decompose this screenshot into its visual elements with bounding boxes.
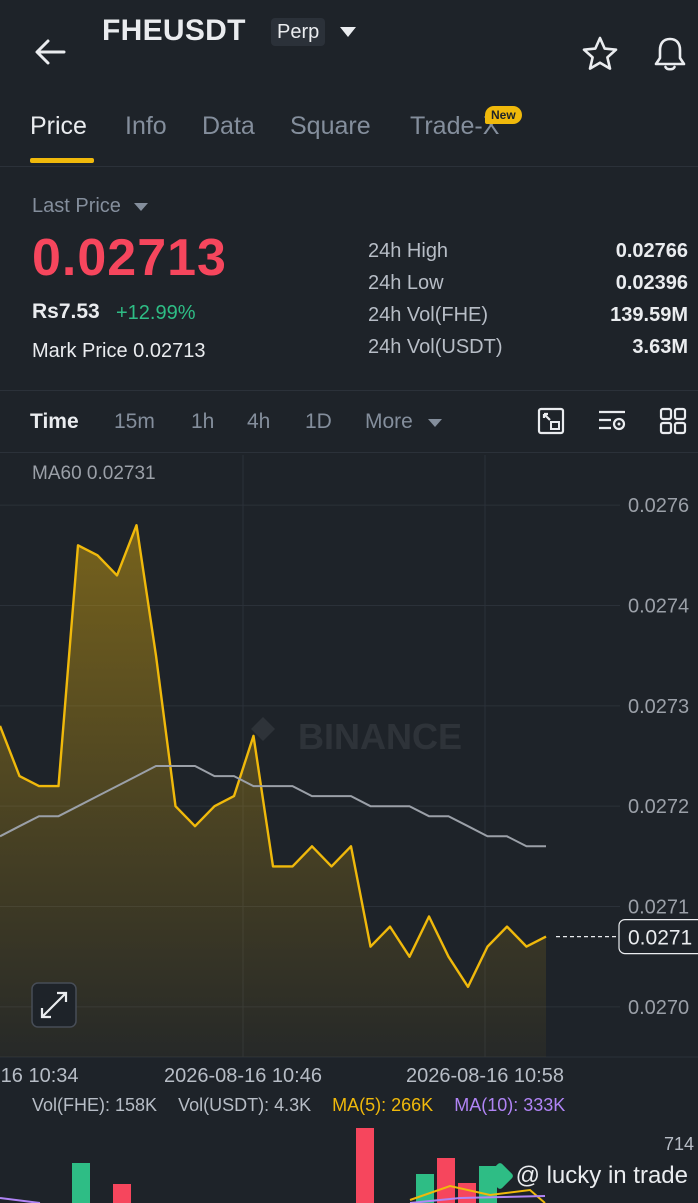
timeframe-time[interactable]: Time — [30, 410, 79, 434]
watermark-logo-icon — [485, 1161, 514, 1191]
y-tick-label: 0.0273 — [628, 696, 689, 718]
last-price: 0.02713 — [32, 229, 227, 287]
divider — [0, 390, 698, 391]
caret-down-icon[interactable] — [134, 203, 148, 211]
watermark-text: @ lucky in trade — [515, 1162, 688, 1189]
stat-label-high: 24h High — [368, 240, 449, 262]
active-tab-indicator — [30, 158, 94, 163]
change-percent: +12.99% — [116, 302, 196, 324]
svg-text:BINANCE: BINANCE — [298, 716, 462, 757]
volume-bar — [72, 1163, 90, 1203]
timeframe-more[interactable]: More — [365, 410, 413, 434]
grid-layout-icon[interactable] — [658, 406, 688, 436]
divider — [0, 452, 698, 453]
header: FHEUSDT Perp — [0, 0, 698, 100]
volume-bar — [416, 1174, 434, 1203]
new-badge: New — [485, 106, 522, 124]
vol-ma5-label: MA(5): 266K — [332, 1095, 434, 1115]
volume-bar — [437, 1158, 455, 1203]
stat-value-vol-base: 139.59M — [610, 304, 688, 326]
y-tick-label: 0.0270 — [628, 997, 689, 1019]
volume-bar — [113, 1184, 131, 1203]
y-tick-label: 0.0271 — [628, 897, 689, 919]
chevron-down-icon[interactable] — [340, 27, 356, 37]
stat-label-low: 24h Low — [368, 272, 444, 294]
y-tick-label: 0.0276 — [628, 495, 689, 517]
stat-label-vol-base: 24h Vol(FHE) — [368, 304, 489, 326]
stat-value-vol-quote: 3.63M — [632, 336, 688, 358]
stat-value-low: 0.02396 — [615, 272, 688, 294]
price-area — [0, 525, 546, 1057]
price-chart[interactable]: BINANCE 0.0271 0.0276 0.0274 0.0273 0.0272 0… — [0, 455, 698, 1095]
volume-axis-label: 714 — [664, 1134, 694, 1154]
contract-type-badge[interactable]: Perp — [271, 18, 326, 46]
x-tick-label: -16 10:34 — [0, 1065, 79, 1087]
volume-bar — [356, 1128, 374, 1203]
mark-price-label: Mark Price — [32, 340, 128, 362]
y-tick-label: 0.0272 — [628, 796, 689, 818]
timeframe-4h[interactable]: 4h — [247, 410, 270, 434]
bell-icon[interactable] — [650, 34, 690, 74]
vol-ma10-label: MA(10): 333K — [454, 1095, 566, 1115]
mark-price: Mark Price 0.02713 — [32, 340, 205, 363]
tab-bar: Price Info Data Square Trade-X New — [0, 100, 698, 167]
vol-base-label: Vol(FHE): 158K — [32, 1095, 158, 1115]
tab-square[interactable]: Square — [290, 112, 371, 141]
binance-watermark: BINANCE — [251, 716, 462, 757]
timeframe-1d[interactable]: 1D — [305, 410, 332, 434]
ma60-label: MA60 0.02731 — [32, 463, 156, 484]
volume-legend: Vol(FHE): 158K Vol(USDT): 4.3K MA(5): 26… — [32, 1095, 581, 1116]
indicator-settings-icon[interactable] — [597, 406, 627, 436]
stat-value-high: 0.02766 — [615, 240, 688, 262]
fiat-price: Rs7.53 — [32, 300, 100, 323]
timeframe-15m[interactable]: 15m — [114, 410, 155, 434]
current-price-label: 0.0271 — [628, 927, 692, 950]
stat-label-vol-quote: 24h Vol(USDT) — [368, 336, 503, 358]
back-arrow-icon[interactable] — [30, 32, 70, 72]
x-tick-label: 2026-08-16 10:58 — [406, 1065, 564, 1087]
star-icon[interactable] — [580, 34, 620, 74]
more-caret-icon[interactable] — [428, 419, 442, 427]
tab-price[interactable]: Price — [30, 112, 87, 141]
chart-settings-icon[interactable] — [536, 406, 566, 436]
mark-price-value: 0.02713 — [133, 340, 206, 362]
vol-quote-label: Vol(USDT): 4.3K — [178, 1095, 312, 1115]
user-watermark: @ lucky in trade — [485, 1161, 688, 1191]
tab-data[interactable]: Data — [202, 112, 255, 141]
vol-ma10-line — [0, 1197, 41, 1203]
symbol-title[interactable]: FHEUSDT — [102, 14, 246, 48]
volume-bar — [458, 1183, 476, 1203]
timeframe-1h[interactable]: 1h — [191, 410, 214, 434]
x-tick-label: 2026-08-16 10:46 — [164, 1065, 322, 1087]
price-type-selector[interactable]: Last Price — [32, 195, 121, 218]
expand-button[interactable] — [31, 982, 77, 1028]
y-tick-label: 0.0274 — [628, 596, 689, 618]
tab-info[interactable]: Info — [125, 112, 167, 141]
